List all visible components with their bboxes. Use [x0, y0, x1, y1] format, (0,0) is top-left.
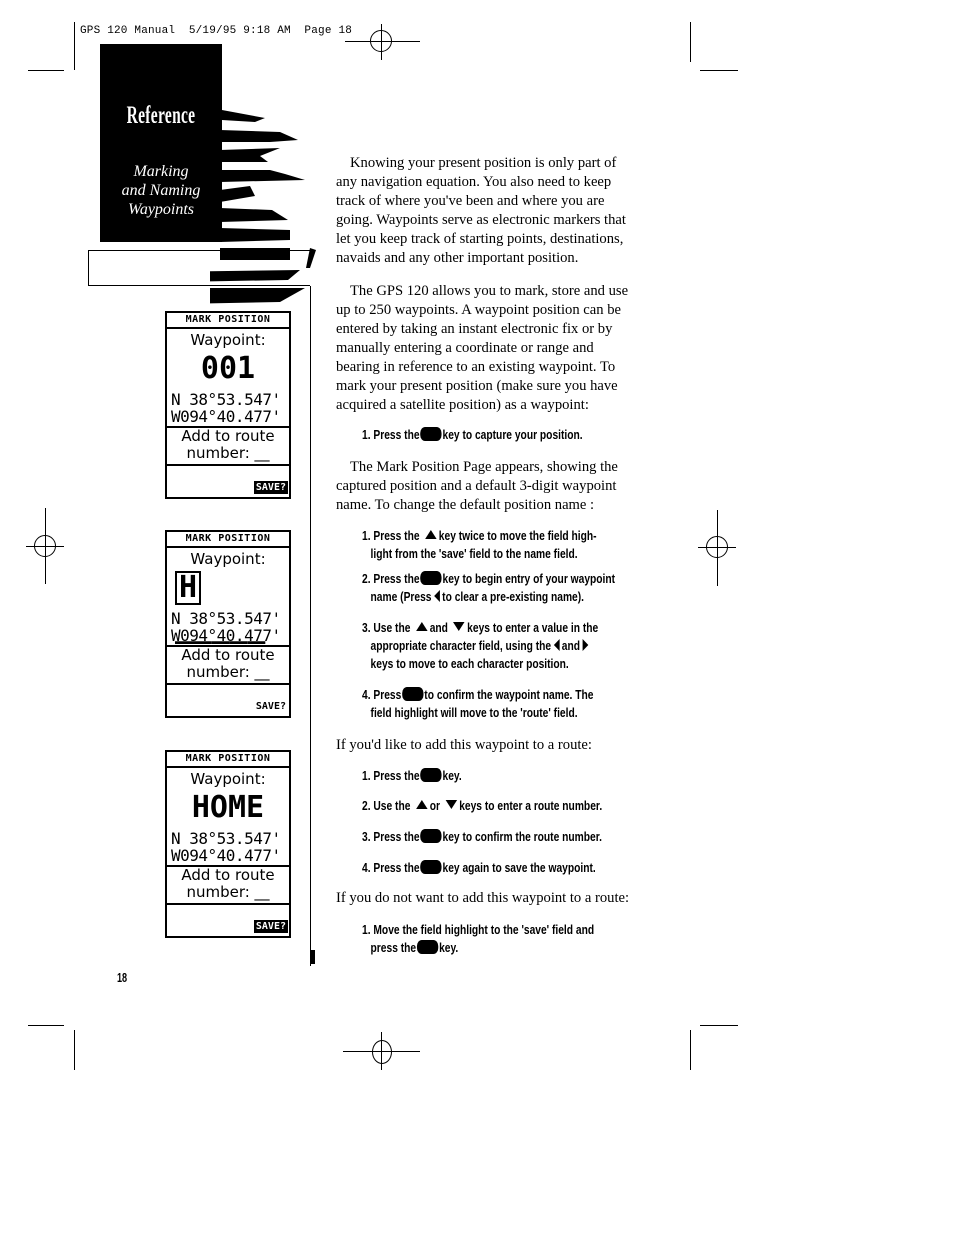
- route-step-3: 3. Press the key to confirm the route num…: [362, 829, 602, 844]
- route-step-2: 2. Use the or keys to enter a route numb…: [362, 799, 603, 813]
- save-field: SAVE?: [253, 920, 288, 933]
- coordinates: N 38°53.547' W094°40.477': [167, 610, 289, 647]
- enter-key-icon: [402, 687, 424, 701]
- route-step-4: 4. Press the key again to save the waypoi…: [362, 860, 596, 875]
- page-number: 18: [117, 970, 128, 985]
- latitude: N 38°53.547': [171, 609, 281, 628]
- waypoint-name-field: H_____: [175, 570, 266, 645]
- crop-mark: [28, 1025, 64, 1026]
- latitude: N 38°53.547': [171, 390, 281, 409]
- enter-key-icon: [416, 940, 439, 954]
- globe-graphic: [210, 110, 316, 304]
- character-cursor: H: [175, 571, 202, 605]
- crop-mark: [700, 1025, 738, 1026]
- mark-page-paragraph: The Mark Position Page appears, showing …: [336, 459, 618, 513]
- coordinates: N 38°53.547' W094°40.477': [167, 830, 289, 867]
- route-field: Add to route number: __: [167, 647, 289, 685]
- coordinates: N 38°53.547' W094°40.477': [167, 391, 289, 428]
- enter-key-icon: [420, 829, 442, 843]
- crop-mark: [690, 22, 691, 62]
- screen-header: MARK POSITION: [167, 532, 289, 548]
- save-field: SAVE?: [255, 701, 286, 712]
- enter-key-icon: [420, 571, 442, 585]
- mark-key-icon: [420, 427, 442, 441]
- screen-header: MARK POSITION: [167, 752, 289, 768]
- print-slug: GPS 120 Manual 5/19/95 9:18 AM Page 18: [80, 25, 353, 37]
- rename-step-2: 2. Press the key to begin entry of your w…: [362, 571, 616, 604]
- enter-key-icon: [420, 768, 442, 782]
- page-edge-marker: [310, 950, 315, 964]
- left-arrow-key-icon: [553, 639, 560, 651]
- up-arrow-key-icon: [424, 530, 437, 539]
- latitude: N 38°53.547': [171, 829, 281, 848]
- crop-mark: [700, 70, 738, 71]
- longitude: W094°40.477': [171, 407, 281, 426]
- longitude: W094°40.477': [171, 846, 281, 865]
- waypoint-name-field: 001: [200, 351, 256, 386]
- crop-mark: [74, 1030, 75, 1070]
- enter-key-icon: [420, 860, 442, 874]
- save-field: SAVE?: [253, 481, 288, 494]
- crop-mark: [690, 1030, 691, 1070]
- up-arrow-key-icon: [415, 800, 428, 809]
- route-step-1: 1. Press the key.: [362, 768, 462, 783]
- route-field: Add to route number: __: [167, 867, 289, 905]
- waypoint-label: Waypoint:: [190, 550, 266, 568]
- intro-paragraph: Knowing your present position is only pa…: [336, 155, 626, 266]
- chapter-frame-right: [310, 286, 311, 966]
- mark-step: 1. Press the key to capture your position…: [362, 427, 583, 442]
- gps-screen-mark-position-default: MARK POSITION Waypoint: 001 N 38°53.547'…: [165, 311, 291, 499]
- no-route-intro: If you do not want to add this waypoint …: [336, 890, 630, 906]
- rename-step-3: 3. Use the and keys to enter a value in …: [362, 621, 599, 671]
- right-arrow-key-icon: [582, 639, 589, 651]
- waypoint-label: Waypoint:: [190, 770, 266, 788]
- down-arrow-key-icon: [445, 800, 457, 809]
- route-field: Add to route number: __: [167, 428, 289, 466]
- save-step: 1. Move the field highlight to the 'save…: [362, 923, 595, 955]
- up-arrow-key-icon: [415, 622, 428, 631]
- gps-screen-mark-position-named: MARK POSITION Waypoint: HOME N 38°53.547…: [165, 750, 291, 938]
- gps-screen-mark-position-editing: MARK POSITION Waypoint: H_____ N 38°53.5…: [165, 530, 291, 718]
- rename-step-4: 4. Press to confirm the waypoint name. Th…: [362, 687, 594, 720]
- screen-header: MARK POSITION: [167, 313, 289, 329]
- chapter-title: Reference: [126, 102, 196, 129]
- down-arrow-key-icon: [453, 622, 465, 631]
- left-arrow-key-icon: [433, 590, 440, 602]
- crop-mark: [28, 70, 64, 71]
- waypoint-label: Waypoint:: [190, 331, 266, 349]
- waypoint-capacity-paragraph: The GPS 120 allows you to mark, store an…: [336, 283, 629, 413]
- chapter-subtitle: Marking and Naming Waypoints: [121, 163, 201, 218]
- rename-step-1: 1. Press the key twice to move the field…: [362, 529, 597, 561]
- route-intro: If you'd like to add this waypoint to a …: [336, 737, 592, 753]
- waypoint-name-field: HOME: [191, 790, 265, 825]
- chapter-tab: Reference Marking and Naming Waypoints: [100, 44, 222, 242]
- crop-mark: [74, 22, 75, 70]
- longitude: W094°40.477': [171, 626, 281, 645]
